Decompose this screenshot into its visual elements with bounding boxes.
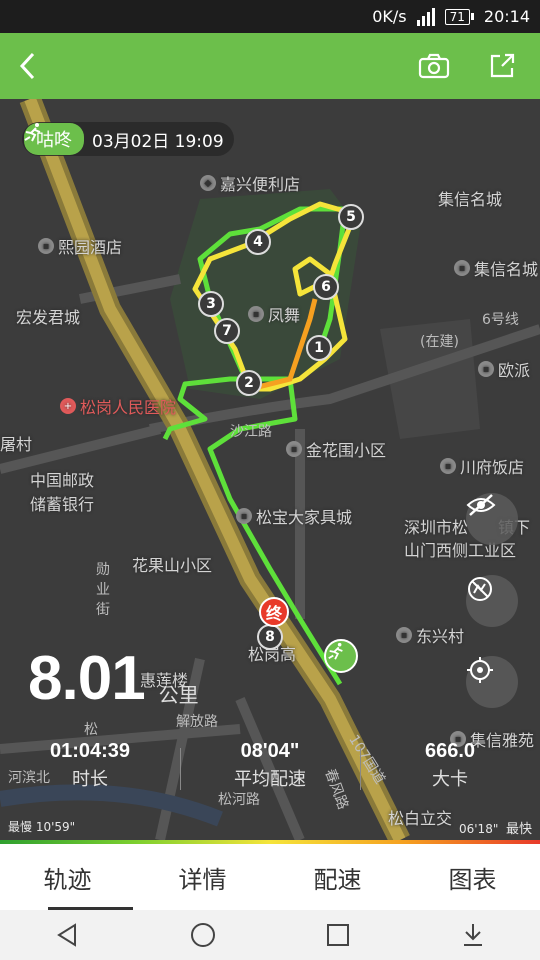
clock: 20:14: [483, 7, 530, 26]
poi-jiaxing: ◆ 嘉兴便利店: [200, 171, 300, 195]
road-jiefang: 解放路: [176, 714, 218, 730]
run-date-chip: 咕咚 03月02日 19:09: [22, 122, 234, 156]
road-zaijian: (在建): [420, 334, 459, 350]
locate-button[interactable]: [466, 656, 518, 708]
pace-slowest: 最慢 10'59": [8, 820, 76, 834]
distance-display: 8.01 公里: [28, 646, 199, 712]
circle-home-icon: [190, 923, 215, 947]
nav-home-button[interactable]: [183, 915, 223, 955]
poi-hongfa: 宏发君城: [16, 308, 81, 327]
poi-jinhuawei: ▪ 金花围小区: [286, 437, 386, 461]
road-xunye: 勋业街: [96, 562, 110, 618]
locate-icon: [467, 657, 493, 683]
shop-icon: ◆: [200, 175, 216, 191]
km-marker-2[interactable]: 2: [236, 370, 262, 396]
stat-avg-pace: 08'04" 平均配速: [180, 740, 360, 798]
tab-track[interactable]: 轨迹: [0, 844, 135, 910]
poi-fengwu: ▪ 凤舞: [248, 302, 300, 326]
avg-pace-label: 平均配速: [234, 769, 306, 790]
residence-icon: ▪: [286, 441, 302, 457]
nav-notifications-button[interactable]: [453, 915, 493, 955]
calories-label: 大卡: [432, 769, 468, 790]
nav-recents-button[interactable]: [318, 915, 358, 955]
km-marker-1[interactable]: 1: [306, 335, 332, 361]
shop-icon: ▪: [478, 361, 494, 377]
pace-legend: 最慢 10'59" 06'18" 最快: [0, 818, 540, 840]
battery-level: 71: [444, 8, 470, 25]
poi-post: 中国邮政 储蓄银行: [30, 471, 95, 514]
shop-icon: ▪: [236, 508, 252, 524]
tab-pace[interactable]: 配速: [270, 844, 405, 910]
hospital-icon: +: [60, 398, 76, 414]
app-bar: [0, 33, 540, 99]
village-icon: ▪: [396, 627, 412, 643]
pace-fastest: 06'18" 最快: [458, 822, 532, 837]
start-marker[interactable]: [324, 639, 358, 673]
km-marker-8[interactable]: 8: [257, 624, 283, 650]
running-icon: [328, 642, 343, 660]
avg-pace-value: 08'04": [240, 740, 300, 762]
pull-down-icon: [463, 924, 482, 946]
poi-jixin2: ▪ 集信名城: [454, 256, 538, 280]
duration-value: 01:04:39: [49, 740, 131, 762]
hotel-icon: ▪: [38, 238, 54, 254]
square-recents-icon: [326, 924, 349, 946]
road-line6: 6号线: [482, 312, 519, 328]
duration-label: 时长: [72, 769, 108, 790]
tab-charts[interactable]: 图表: [405, 844, 540, 910]
tab-details[interactable]: 详情: [135, 844, 270, 910]
poi-dongxing: ▪ 东兴村: [396, 623, 464, 647]
hide-track-button[interactable]: [466, 493, 518, 545]
system-nav-bar: [0, 910, 540, 960]
tab-bar: 轨迹 详情 配速 图表: [0, 844, 540, 910]
poi-hospital: + 松岗人民医院: [60, 394, 176, 418]
park-icon: ▪: [248, 306, 264, 322]
poi-xiyuan: ▪ 熙园酒店: [38, 234, 122, 258]
building-icon: ▪: [454, 260, 470, 276]
route-map[interactable]: ◆ 嘉兴便利店 集信名城 ▪ 熙园酒店 ▪ 集信名城 宏发君城 ▪ 凤舞 ▪ 欧派 + 松岗…: [0, 99, 540, 840]
running-icon: [24, 123, 41, 142]
layers-off-icon: [468, 577, 492, 601]
battery-icon: 71: [444, 8, 474, 25]
camera-icon: [418, 53, 450, 79]
camera-button[interactable]: [412, 33, 456, 99]
eye-off-icon: [466, 494, 496, 516]
km-marker-4[interactable]: 4: [245, 229, 271, 255]
run-date: 03月02日 19:09: [92, 131, 224, 152]
share-icon: [490, 53, 515, 78]
share-button[interactable]: [480, 33, 524, 99]
chevron-left-icon: [19, 52, 35, 80]
nav-back-button[interactable]: [48, 915, 88, 955]
status-bar: 0K/s 71 20:14: [0, 0, 540, 33]
road-shajiang: 沙江路: [230, 424, 272, 440]
poi-huaguoshan: 花果山小区: [132, 556, 213, 575]
distance-value: 8.01: [28, 644, 146, 713]
km-marker-3[interactable]: 3: [198, 291, 224, 317]
signal-icon: [416, 7, 435, 26]
toggle-map-button[interactable]: [466, 575, 518, 627]
poi-oupai: ▪ 欧派: [478, 357, 530, 381]
back-button[interactable]: [8, 33, 48, 99]
end-marker[interactable]: 终: [259, 597, 289, 627]
net-speed: 0K/s: [372, 7, 407, 26]
stat-duration: 01:04:39 时长: [0, 740, 180, 798]
poi-chuanfu: ▪ 川府饭店: [440, 454, 524, 478]
distance-unit: 公里: [158, 683, 199, 707]
road-song: 松: [84, 722, 98, 738]
km-marker-6[interactable]: 6: [313, 274, 339, 300]
stats-row: 01:04:39 时长 08'04" 平均配速 666.0 大卡: [0, 740, 540, 798]
calories-value: 666.0: [424, 740, 476, 762]
km-marker-5[interactable]: 5: [338, 204, 364, 230]
poi-village: 屠村: [0, 435, 33, 454]
stat-calories: 666.0 大卡: [360, 740, 540, 798]
km-marker-7[interactable]: 7: [214, 318, 240, 344]
poi-songbao: ▪ 松宝大家具城: [236, 504, 352, 528]
poi-jixin: 集信名城: [438, 190, 503, 209]
restaurant-icon: ▪: [440, 458, 456, 474]
triangle-back-icon: [56, 923, 76, 947]
